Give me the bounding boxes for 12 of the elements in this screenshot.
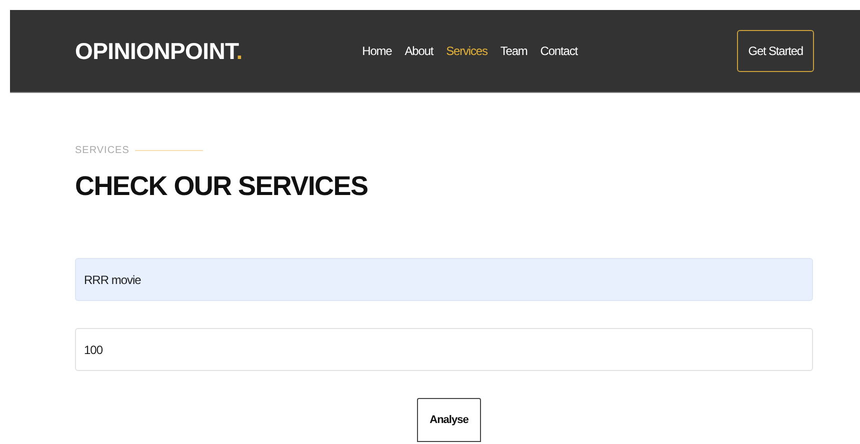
section-title: CHECK OUR SERVICES [75,170,369,202]
nav-link[interactable]: Contact [540,44,578,58]
logo[interactable]: OPINIONPOINT. [75,38,242,64]
get-started-button[interactable]: Get Started [737,30,814,72]
nav-link[interactable]: About [404,44,434,58]
text-field[interactable]: 100 [75,328,813,371]
nav-link[interactable]: Services [446,44,488,58]
nav-link[interactable]: Home [362,44,392,58]
section-eyebrow: SERVICES [75,145,130,156]
nav-link[interactable]: Team [500,44,528,58]
analyse-button[interactable]: Analyse [416,398,482,442]
text-field[interactable]: RRR movie [75,258,813,301]
